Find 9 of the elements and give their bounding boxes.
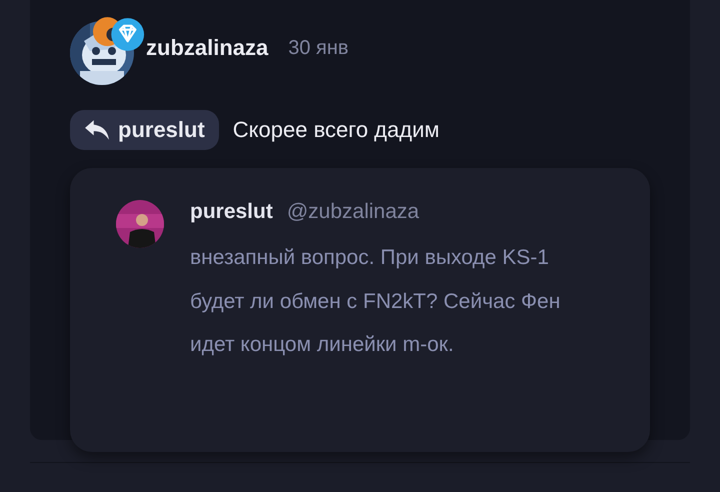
badge-icon — [92, 15, 146, 54]
quoted-author[interactable]: pureslut — [190, 200, 273, 224]
mention-link[interactable]: @zubzalinaza — [286, 200, 420, 224]
author-name[interactable]: zubzalinaza — [146, 35, 268, 61]
post-text: Скорее всего дадим — [232, 117, 440, 143]
quoted-text: внезапный вопрос. При выходе KS-1 будет ли обмен с FN2kT? Сейчас Фен идет концом линейки m-ок. — [190, 245, 562, 358]
post-date: 30 янв — [288, 36, 349, 60]
reply-to-button[interactable]: pureslut — [70, 110, 219, 150]
reply-icon — [84, 119, 110, 141]
